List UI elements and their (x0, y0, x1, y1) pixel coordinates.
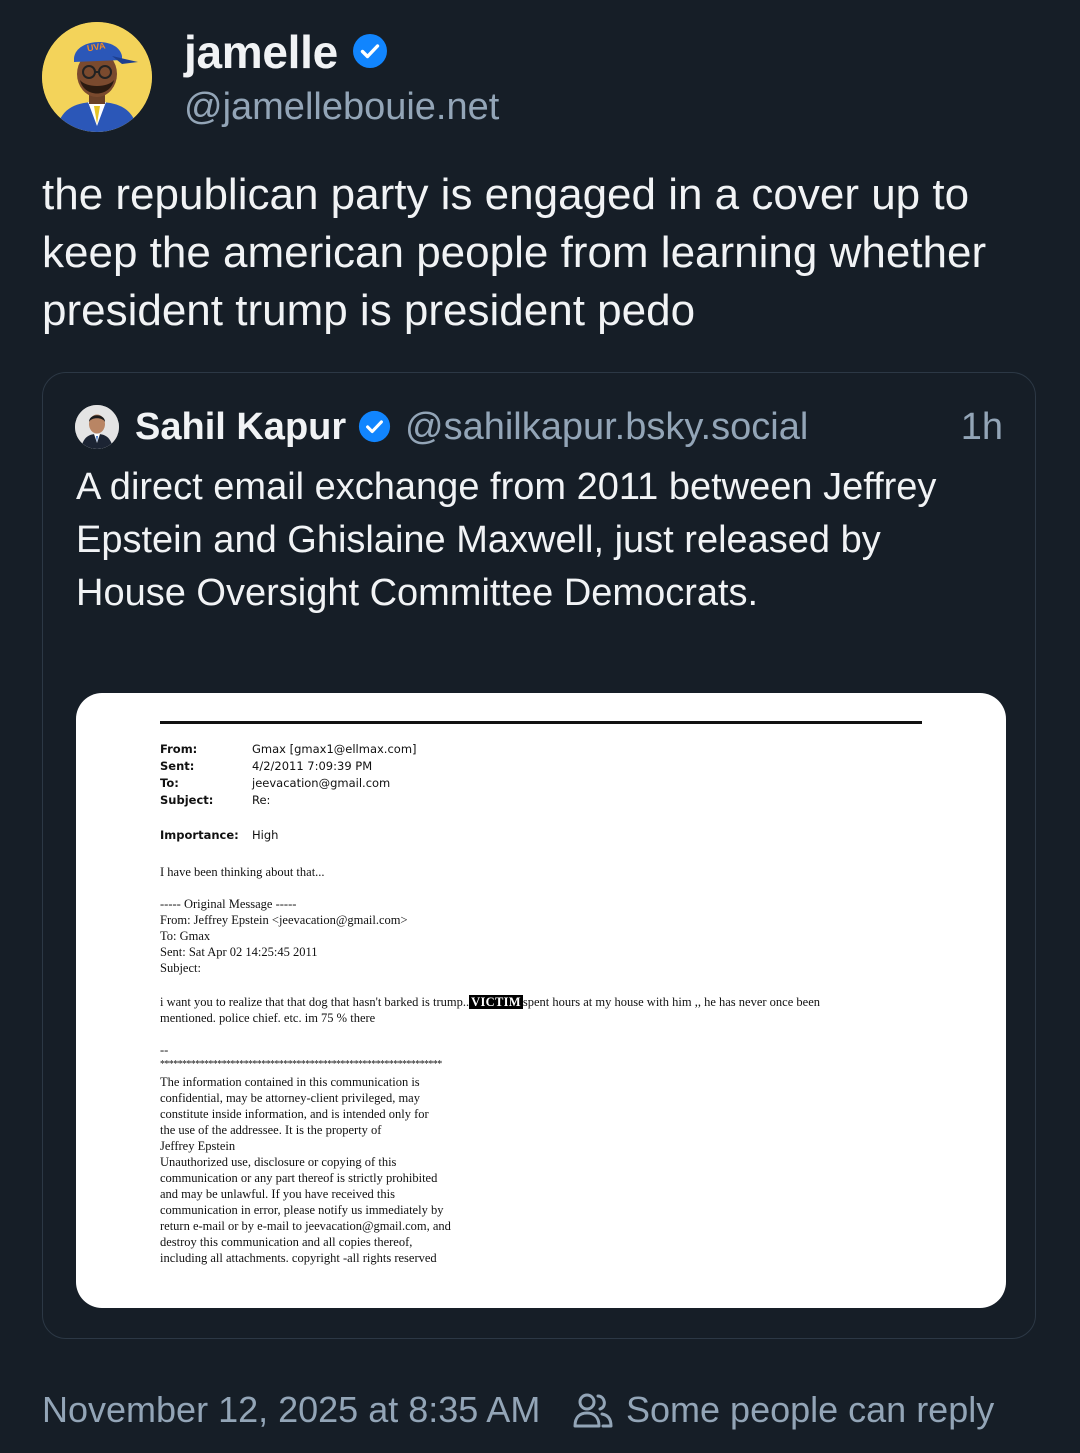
quoted-post-time[interactable]: 1h (961, 403, 1003, 451)
disclaimer-line: constitute inside information, and is in… (160, 1107, 429, 1121)
author-handle[interactable]: @jamellebouie.net (184, 82, 499, 132)
signature-dashes: -- (160, 1043, 169, 1057)
original-message-line: Sent: Sat Apr 02 14:25:45 2011 (160, 945, 318, 959)
original-message-line: To: Gmax (160, 929, 211, 943)
original-message-line: ----- Original Message ----- (160, 897, 297, 911)
quoted-author-handle[interactable]: @sahilkapur.bsky.social (405, 403, 808, 451)
author-display-name[interactable]: jamelle (184, 24, 338, 80)
original-message-line: From: Jeffrey Epstein <jeevacation@gmail… (160, 913, 408, 927)
disclaimer-line: including all attachments. copyright -al… (160, 1251, 437, 1265)
cartoon-avatar-icon (42, 22, 152, 132)
email-header-importance: Importance: High (160, 828, 279, 842)
email-header-subject: Subject: Re: (160, 793, 271, 807)
disclaimer-line: and may be unlawful. If you have receive… (160, 1187, 395, 1201)
signature-stars: ****************************************… (160, 1059, 442, 1070)
verified-badge-icon (358, 410, 391, 443)
verified-badge-icon (353, 34, 387, 68)
email-body-line: i want you to realize that that dog that… (160, 995, 820, 1009)
disclaimer-line: destroy this communication and all copie… (160, 1235, 413, 1249)
email-reply-line: I have been thinking about that... (160, 865, 325, 879)
quoted-post-card[interactable]: Sahil Kapur @sahilkapur.bsky.social 1h A… (42, 372, 1036, 1339)
disclaimer-line: Unauthorized use, disclosure or copying … (160, 1155, 397, 1169)
post-text: the republican party is engaged in a cov… (42, 170, 987, 335)
original-message-line: Subject: (160, 961, 201, 975)
reply-setting-label[interactable]: Some people can reply (626, 1386, 994, 1434)
disclaimer-line: return e-mail or by e-mail to jeevacatio… (160, 1219, 451, 1233)
email-header-sent: Sent: 4/2/2011 7:09:39 PM (160, 759, 373, 773)
disclaimer-line: communication in error, please notify us… (160, 1203, 444, 1217)
email-screenshot-image[interactable]: From: Gmax [gmax1@ellmax.com] Sent: 4/2/20… (76, 693, 1006, 1308)
person-photo-icon (75, 405, 119, 449)
people-icon (573, 1393, 613, 1428)
author-avatar[interactable]: UVA (42, 22, 152, 132)
quoted-author-name[interactable]: Sahil Kapur (135, 403, 346, 451)
email-body-line: mentioned. police chief. etc. im 75 % th… (160, 1011, 376, 1025)
disclaimer-line: The information contained in this commun… (160, 1075, 420, 1089)
disclaimer-line: confidential, may be attorney-client pri… (160, 1091, 420, 1105)
disclaimer-line: communication or any part thereof is str… (160, 1171, 438, 1185)
quoted-post-text: A direct email exchange from 2011 betwee… (76, 466, 937, 614)
quoted-author-avatar[interactable] (75, 405, 119, 449)
disclaimer-line: the use of the addressee. It is the prop… (160, 1123, 382, 1137)
redaction-label: VICTIM (469, 995, 523, 1009)
email-header-from: From: Gmax [gmax1@ellmax.com] (160, 742, 417, 756)
disclaimer-line: Jeffrey Epstein (160, 1139, 236, 1153)
email-header-rule (160, 721, 922, 724)
post-timestamp[interactable]: November 12, 2025 at 8:35 AM (42, 1386, 540, 1434)
email-header-to: To: jeevacation@gmail.com (160, 776, 391, 790)
